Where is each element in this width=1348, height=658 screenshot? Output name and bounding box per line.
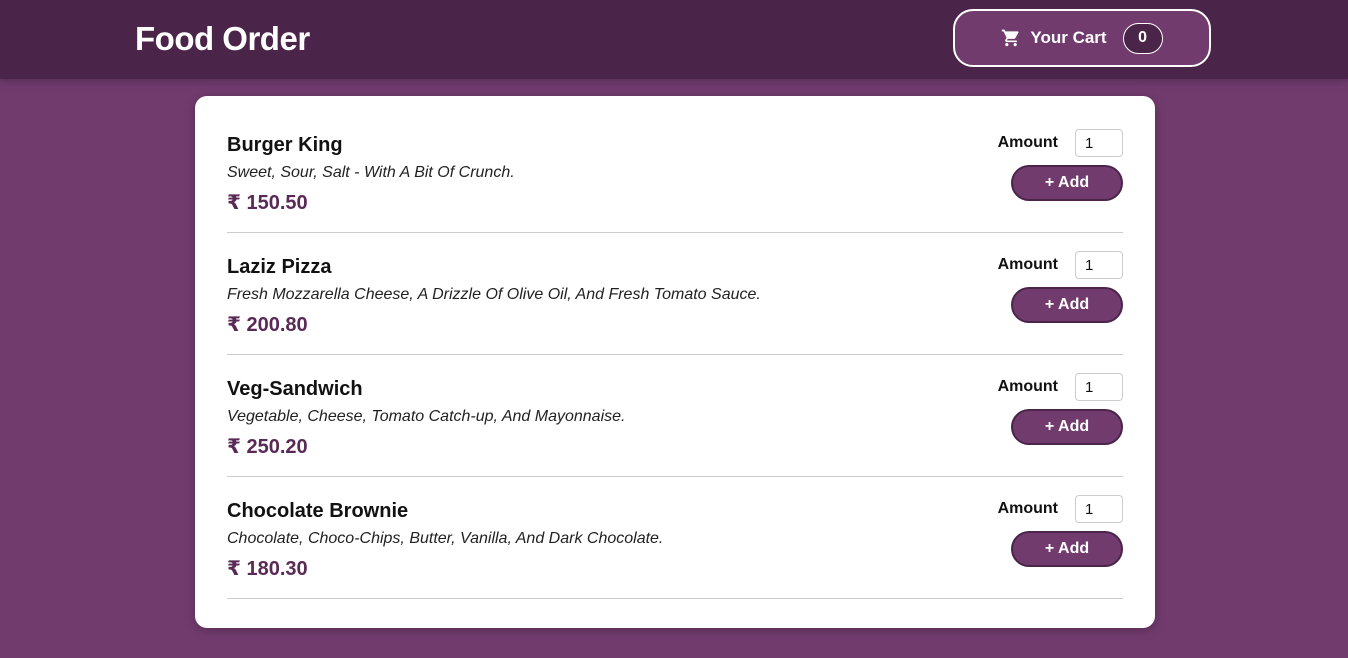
meal-name: Veg-Sandwich bbox=[227, 378, 363, 400]
cart-label: Your Cart bbox=[1030, 28, 1107, 47]
amount-row: Amount bbox=[998, 251, 1123, 279]
cart-button[interactable]: Your Cart 0 bbox=[953, 9, 1211, 67]
amount-label: Amount bbox=[997, 256, 1058, 273]
add-button[interactable]: + Add bbox=[1011, 287, 1123, 323]
amount-input[interactable] bbox=[1075, 495, 1123, 523]
cart-count-badge: 0 bbox=[1122, 22, 1163, 54]
meal-name: Chocolate Brownie bbox=[227, 500, 409, 522]
amount-label: Amount bbox=[997, 378, 1058, 395]
amount-input[interactable] bbox=[1075, 129, 1123, 157]
meal-price: ₹ 250.20 bbox=[227, 436, 308, 458]
meal-description: Sweet, Sour, Salt - With A Bit Of Crunch… bbox=[227, 164, 515, 181]
amount-input[interactable] bbox=[1075, 373, 1123, 401]
cart-icon bbox=[1001, 28, 1021, 48]
meal-price: ₹ 150.50 bbox=[227, 192, 308, 214]
meal-item: Laziz Pizza Fresh Mozzarella Cheese, A D… bbox=[227, 233, 1123, 355]
amount-row: Amount bbox=[998, 495, 1123, 523]
meal-price: ₹ 180.30 bbox=[227, 558, 308, 580]
meal-info: Laziz Pizza Fresh Mozzarella Cheese, A D… bbox=[227, 256, 761, 337]
meal-price: ₹ 200.80 bbox=[227, 314, 308, 336]
amount-row: Amount bbox=[998, 373, 1123, 401]
meal-form: Amount + Add bbox=[993, 251, 1123, 323]
meal-description: Fresh Mozzarella Cheese, A Drizzle Of Ol… bbox=[227, 286, 761, 303]
amount-label: Amount bbox=[997, 500, 1058, 517]
meal-form: Amount + Add bbox=[993, 495, 1123, 567]
meal-item: Veg-Sandwich Vegetable, Cheese, Tomato C… bbox=[227, 355, 1123, 477]
meal-form: Amount + Add bbox=[993, 129, 1123, 201]
app-title: Food Order bbox=[135, 20, 310, 57]
meal-info: Chocolate Brownie Chocolate, Choco-Chips… bbox=[227, 500, 663, 581]
meal-description: Vegetable, Cheese, Tomato Catch-up, And … bbox=[227, 408, 626, 425]
add-button[interactable]: + Add bbox=[1011, 165, 1123, 201]
amount-input[interactable] bbox=[1075, 251, 1123, 279]
meal-name: Laziz Pizza bbox=[227, 256, 332, 278]
meal-name: Burger King bbox=[227, 134, 343, 156]
meal-info: Burger King Sweet, Sour, Salt - With A B… bbox=[227, 134, 515, 215]
meal-item: Burger King Sweet, Sour, Salt - With A B… bbox=[227, 96, 1123, 233]
add-button[interactable]: + Add bbox=[1011, 531, 1123, 567]
amount-label: Amount bbox=[997, 134, 1058, 151]
meal-item: Chocolate Brownie Chocolate, Choco-Chips… bbox=[227, 477, 1123, 599]
meal-info: Veg-Sandwich Vegetable, Cheese, Tomato C… bbox=[227, 378, 625, 459]
meal-description: Chocolate, Choco-Chips, Butter, Vanilla,… bbox=[227, 530, 664, 547]
meal-list: Burger King Sweet, Sour, Salt - With A B… bbox=[227, 96, 1123, 599]
app-header: Food Order Your Cart 0 bbox=[0, 0, 1348, 79]
meals-card: Burger King Sweet, Sour, Salt - With A B… bbox=[195, 96, 1155, 628]
add-button[interactable]: + Add bbox=[1011, 409, 1123, 445]
meal-form: Amount + Add bbox=[993, 373, 1123, 445]
amount-row: Amount bbox=[998, 129, 1123, 157]
